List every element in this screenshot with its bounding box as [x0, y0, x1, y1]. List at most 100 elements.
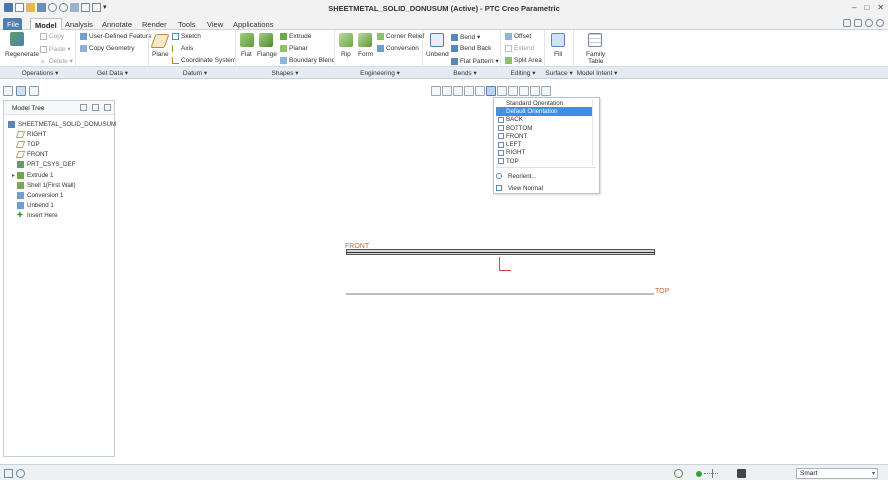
orientation-item[interactable]: RIGHT: [496, 149, 592, 157]
tab-applications[interactable]: Applications: [229, 18, 277, 30]
top-datum-plane[interactable]: [346, 293, 654, 295]
tab-model[interactable]: Model: [30, 18, 62, 30]
minimize-icon[interactable]: –: [852, 3, 856, 12]
tree-filters-icon[interactable]: [104, 104, 111, 111]
model-tree-tab-icon[interactable]: [3, 86, 13, 96]
close-icon[interactable]: ✕: [877, 3, 884, 12]
tree-show-icon[interactable]: [92, 104, 99, 111]
tab-view[interactable]: View: [203, 18, 227, 30]
tree-item[interactable]: Shell 1(First Wall): [17, 180, 76, 190]
show-browser-icon[interactable]: [16, 469, 25, 478]
bend-button[interactable]: Bend ▾: [451, 33, 480, 41]
regenerate-button[interactable]: [10, 32, 24, 46]
tree-item[interactable]: RIGHT: [15, 129, 46, 139]
orientation-list-scrollbar[interactable]: [592, 99, 598, 165]
extrude-button[interactable]: Extrude: [280, 33, 311, 40]
refit-icon[interactable]: [431, 86, 441, 96]
group-operations[interactable]: Operations ▾: [20, 69, 60, 77]
show-navigator-icon[interactable]: [4, 469, 13, 478]
user-defined-feature-button[interactable]: User-Defined Feature: [80, 33, 152, 40]
favorites-tab-icon[interactable]: [29, 86, 39, 96]
planar-button[interactable]: Planar: [280, 45, 308, 52]
extend-button[interactable]: Extend: [505, 45, 534, 52]
maximize-icon[interactable]: □: [864, 3, 869, 12]
zoom-out-icon[interactable]: [453, 86, 463, 96]
flag-icon[interactable]: [712, 469, 721, 478]
layout-icon[interactable]: [843, 19, 851, 27]
flange-label: Flange: [257, 51, 277, 58]
regen-status-icon[interactable]: [674, 469, 683, 478]
group-get-data[interactable]: Get Data ▾: [90, 69, 135, 77]
conversion-button[interactable]: Conversion: [377, 45, 419, 52]
orientation-item[interactable]: Default Orientation: [496, 107, 592, 116]
corner-relief-button[interactable]: Corner Relief: [377, 33, 424, 40]
paste-button[interactable]: Paste ▾: [40, 45, 71, 53]
axis-button[interactable]: Axis: [172, 45, 193, 52]
display-style-icon[interactable]: [508, 86, 518, 96]
help-icon[interactable]: [876, 19, 884, 27]
coordinate-system-button[interactable]: Coordinate System: [172, 57, 236, 64]
tab-tools[interactable]: Tools: [174, 18, 200, 30]
group-bends[interactable]: Bends ▾: [445, 69, 485, 77]
search-icon[interactable]: [865, 19, 873, 27]
orientation-item[interactable]: LEFT: [496, 140, 592, 148]
tree-item[interactable]: SHEETMETAL_SOLID_DONUSUM: [8, 119, 116, 129]
copy-geometry-button[interactable]: Copy Geometry: [80, 45, 135, 52]
group-datum[interactable]: Datum ▾: [175, 69, 215, 77]
tab-render[interactable]: Render: [138, 18, 171, 30]
perspective-icon[interactable]: [475, 86, 485, 96]
tree-item[interactable]: FRONT: [15, 150, 48, 160]
tab-analysis[interactable]: Analysis: [61, 18, 97, 30]
tree-item[interactable]: ✚ Insert Here: [17, 211, 58, 221]
tab-file[interactable]: File: [3, 18, 22, 30]
tab-annotate[interactable]: Annotate: [98, 18, 136, 30]
tree-item[interactable]: Conversion 1: [17, 190, 63, 200]
top-datum-label[interactable]: TOP: [655, 288, 669, 295]
offset-button[interactable]: Offset: [505, 33, 531, 40]
spin-center-icon[interactable]: [541, 86, 551, 96]
fill-button[interactable]: [551, 33, 565, 47]
tree-item[interactable]: Unbend 1: [17, 201, 54, 211]
view-manager-icon[interactable]: [497, 86, 507, 96]
select-filter-icon[interactable]: [737, 469, 746, 478]
folder-browser-tab-icon[interactable]: [16, 86, 26, 96]
orientation-item[interactable]: BACK: [496, 116, 592, 124]
annotation-display-icon[interactable]: [530, 86, 540, 96]
form-button[interactable]: [358, 33, 372, 47]
group-surface[interactable]: Surface ▾: [544, 69, 574, 77]
boundary-blend-button[interactable]: Boundary Blend: [280, 57, 335, 64]
repaint-icon[interactable]: [464, 86, 474, 96]
view-normal-menu-item[interactable]: View Normal: [496, 183, 543, 193]
flange-button[interactable]: [259, 33, 273, 47]
family-table-button[interactable]: [588, 33, 602, 47]
plane-button[interactable]: [150, 34, 170, 48]
datum-display-icon[interactable]: [519, 86, 529, 96]
unbend-button[interactable]: [430, 33, 444, 47]
tree-item[interactable]: ▸ Extrude 1: [12, 170, 54, 180]
flat-pattern-button[interactable]: Flat Pattern ▾: [451, 57, 499, 65]
zoom-in-icon[interactable]: [442, 86, 452, 96]
flat-button[interactable]: [240, 33, 254, 47]
delete-button[interactable]: ✕ Delete ▾: [40, 57, 73, 66]
group-shapes[interactable]: Shapes ▾: [265, 69, 305, 77]
selection-filter-dropdown[interactable]: Smart ▾: [796, 468, 878, 479]
orientation-item[interactable]: Standard Orientation: [496, 99, 592, 107]
orientation-item[interactable]: FRONT: [496, 132, 592, 140]
group-editing[interactable]: Editing ▾: [505, 69, 541, 77]
orientation-item[interactable]: BOTTOM: [496, 124, 592, 132]
tree-item[interactable]: TOP: [15, 139, 40, 149]
tree-item[interactable]: PRT_CSYS_DEF: [17, 160, 75, 170]
copy-button[interactable]: Copy: [40, 33, 64, 40]
group-engineering[interactable]: Engineering ▾: [355, 69, 405, 77]
bend-back-button[interactable]: Bend Back: [451, 45, 491, 52]
reorient-menu-item[interactable]: Reorient...: [496, 171, 537, 181]
expand-icon[interactable]: ▸: [12, 172, 15, 179]
tree-settings-icon[interactable]: [80, 104, 87, 111]
orientation-item[interactable]: TOP: [496, 157, 592, 165]
split-area-button[interactable]: Split Area: [505, 57, 542, 64]
rip-button[interactable]: [339, 33, 353, 47]
group-model-intent[interactable]: Model Intent ▾: [576, 69, 618, 77]
sketch-button[interactable]: Sketch: [172, 33, 201, 40]
saved-orientations-icon[interactable]: [486, 86, 496, 96]
minimize-ribbon-icon[interactable]: [854, 19, 862, 27]
